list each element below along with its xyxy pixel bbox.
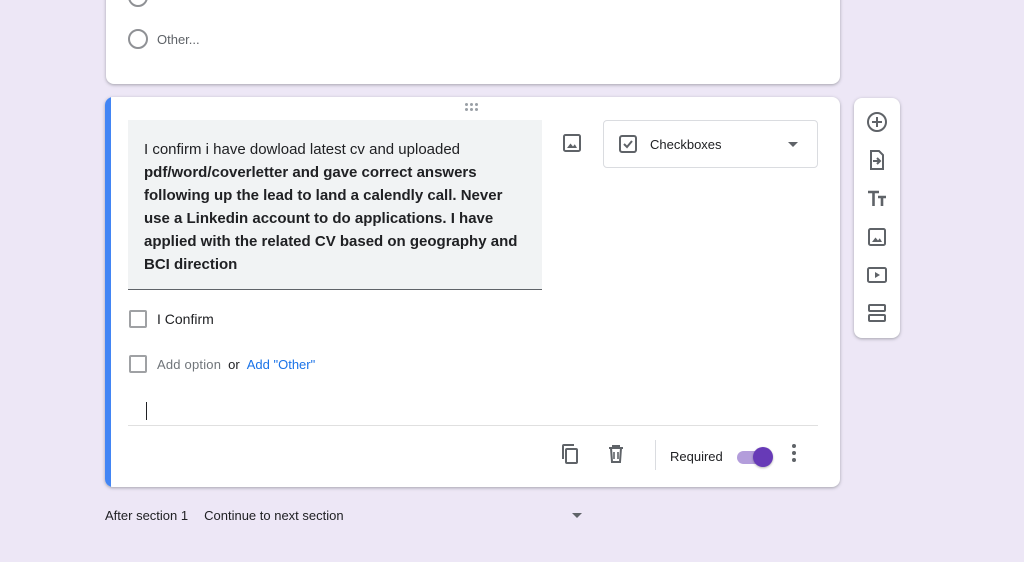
duplicate-icon[interactable] xyxy=(558,442,582,466)
question-title-bold: pdf/word/coverletter and gave correct an… xyxy=(144,164,518,273)
question-title-plain: I confirm i have dowload latest cv and u… xyxy=(144,141,461,158)
question-card[interactable]: I confirm i have dowload latest cv and u… xyxy=(105,97,840,487)
option-label[interactable]: I Confirm xyxy=(157,311,214,327)
question-title-field[interactable]: I confirm i have dowload latest cv and u… xyxy=(128,120,542,290)
drag-handle-icon[interactable] xyxy=(465,103,481,113)
required-toggle[interactable] xyxy=(735,447,773,467)
question-type-dropdown[interactable]: Checkboxes xyxy=(603,120,818,168)
after-section-caret-icon[interactable] xyxy=(572,513,582,518)
active-indicator-bar xyxy=(105,97,111,487)
add-other-link[interactable]: Add "Other" xyxy=(247,357,316,372)
radio-button[interactable] xyxy=(128,0,148,7)
radio-option-other-row[interactable]: Other... xyxy=(128,29,200,49)
other-option-label: Other... xyxy=(157,31,200,47)
question-type-label: Checkboxes xyxy=(650,137,722,152)
required-label: Required xyxy=(670,449,723,464)
add-question-icon[interactable] xyxy=(865,110,889,134)
radio-button[interactable] xyxy=(128,29,148,49)
add-option-row[interactable]: Add option or Add "Other" xyxy=(129,355,315,373)
or-text: or xyxy=(228,356,240,372)
after-section-row: After section 1 Continue to next section xyxy=(105,508,344,523)
after-section-select[interactable]: Continue to next section xyxy=(204,508,343,523)
checkbox[interactable] xyxy=(129,310,147,328)
footer-separator xyxy=(655,440,656,470)
previous-question-card: Other... xyxy=(106,0,840,84)
add-video-icon[interactable] xyxy=(865,263,889,287)
trash-icon[interactable] xyxy=(604,442,628,466)
radio-option-row[interactable] xyxy=(128,0,148,7)
side-toolbar xyxy=(854,98,900,338)
checkbox-icon xyxy=(618,134,638,159)
dropdown-caret-icon xyxy=(788,142,798,147)
import-questions-icon[interactable] xyxy=(865,148,889,172)
text-cursor xyxy=(146,402,147,420)
add-image-icon[interactable] xyxy=(865,225,889,249)
add-section-icon[interactable] xyxy=(865,301,889,325)
footer-divider xyxy=(128,425,818,426)
add-option-button[interactable]: Add option xyxy=(157,357,221,372)
add-image-icon[interactable] xyxy=(560,131,584,155)
checkbox-option-row[interactable]: I Confirm xyxy=(129,310,214,328)
after-section-label: After section 1 xyxy=(105,508,189,523)
more-options-icon[interactable] xyxy=(791,444,797,464)
add-title-icon[interactable] xyxy=(865,187,889,211)
checkbox xyxy=(129,355,147,373)
